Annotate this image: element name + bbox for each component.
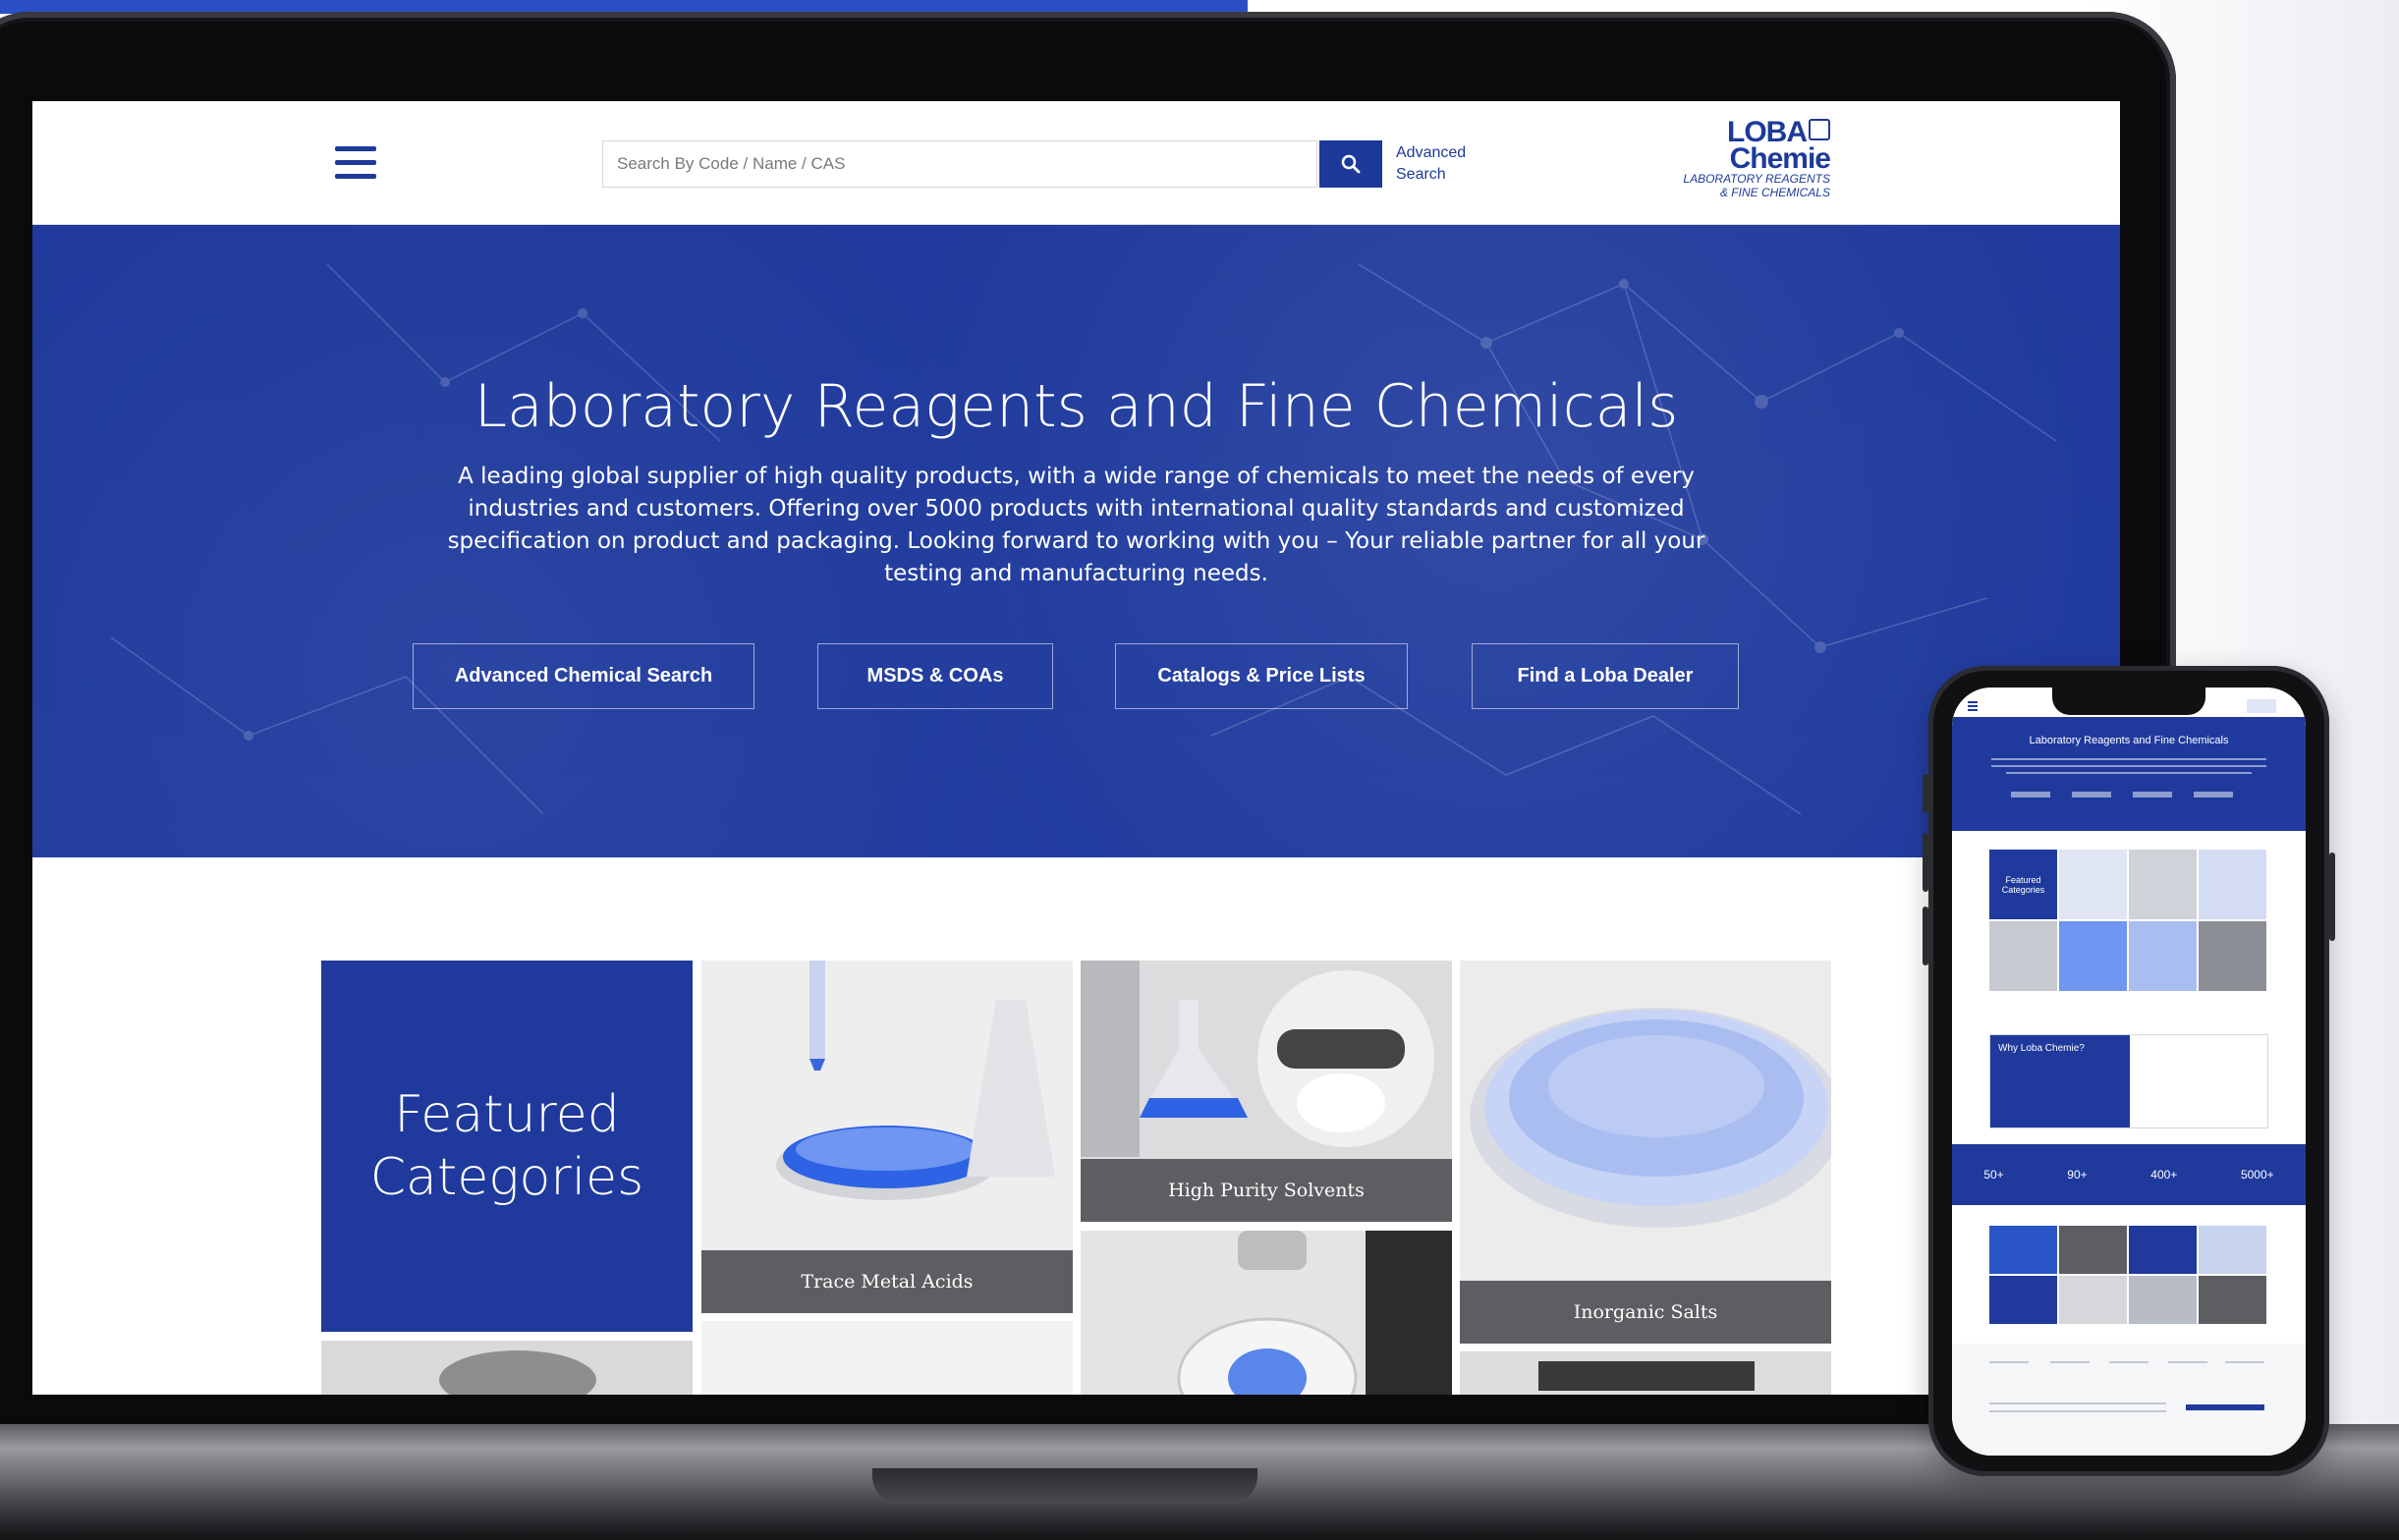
phone-footer-line [2168, 1361, 2207, 1363]
category-tile-partial[interactable] [701, 1321, 1073, 1395]
tile-image-partial-2 [1460, 1351, 1831, 1395]
phone-tile[interactable] [2059, 850, 2127, 919]
phone-hero-button[interactable] [2011, 792, 2050, 798]
phone-screen: Laboratory Reagents and Fine Chemicals F… [1952, 688, 2306, 1456]
phone-tile[interactable] [1989, 1276, 2057, 1324]
hero-title: Laboratory Reagents and Fine Chemicals [474, 372, 1679, 441]
phone-footer-line [1989, 1361, 2029, 1363]
hero-description: A leading global supplier of high qualit… [447, 464, 1705, 586]
phone-footer [1952, 1344, 2306, 1456]
phone-footer-line [2050, 1361, 2090, 1363]
phone-footer-line [1989, 1402, 2166, 1404]
category-tile-high-purity-solvents[interactable]: High Purity Solvents [1081, 961, 1452, 1222]
hero-banner: Laboratory Reagents and Fine Chemicals A… [32, 225, 2120, 857]
tile-label-trace-metal-acids: Trace Metal Acids [701, 1250, 1073, 1313]
hamburger-menu-icon[interactable] [335, 146, 376, 180]
phone-frame: Laboratory Reagents and Fine Chemicals F… [1923, 666, 2335, 1476]
powder-dish-image [1081, 1231, 1452, 1395]
phone-hero-text-line [1991, 765, 2266, 767]
phone-quick-links-grid [1989, 1226, 2268, 1324]
tile-image-partial [701, 1321, 1073, 1395]
phone-hero-text-line [1991, 758, 2266, 760]
phone-footer-subscribe[interactable] [2186, 1404, 2264, 1410]
category-tile-trace-metal-acids[interactable]: Trace Metal Acids [701, 961, 1073, 1313]
phone-hero-button[interactable] [2133, 792, 2172, 798]
phone-tile[interactable] [1989, 921, 2057, 991]
category-tile-inorganic-salts[interactable]: Inorganic Salts [1460, 961, 1831, 1344]
category-tile-partial-2[interactable] [1460, 1351, 1831, 1395]
phone-tile[interactable] [2059, 921, 2127, 991]
phone-hero-text-line [2006, 772, 2252, 774]
advanced-search-link[interactable]: Advanced Search [1396, 142, 1494, 186]
search-bar [602, 140, 1384, 188]
logo-tagline-1: LABORATORY REAGENTS [1683, 172, 1830, 186]
phone-footer-line [1989, 1410, 2166, 1412]
phone-tile[interactable] [2059, 1276, 2127, 1324]
phone-hero-title: Laboratory Reagents and Fine Chemicals [2029, 735, 2229, 746]
msds-coas-button[interactable]: MSDS & COAs [817, 643, 1053, 709]
phone-tile[interactable] [2199, 1226, 2266, 1274]
phone-featured-panel: Featured Categories [1989, 850, 2057, 919]
phone-volume-up [1923, 833, 1928, 892]
featured-title-line2: Categories [369, 1148, 644, 1207]
phone-footer-line [2225, 1361, 2264, 1363]
loba-chemie-logo[interactable]: LOBA Chemie LABORATORY REAGENTS & FINE C… [1663, 118, 1831, 203]
advanced-search-line2: Search [1396, 166, 1446, 183]
phone-stat: 5000+ [2240, 1168, 2274, 1182]
search-button[interactable] [1319, 140, 1382, 188]
phone-stat: 400+ [2150, 1168, 2178, 1182]
catalogs-price-lists-button[interactable]: Catalogs & Price Lists [1115, 643, 1408, 709]
category-tile-partial-3[interactable] [321, 1341, 693, 1395]
phone-featured-line1: Featured [2005, 874, 2041, 885]
phone-tile[interactable] [2129, 850, 2197, 919]
logo-mark-icon [1809, 119, 1830, 140]
tile-label-high-purity-solvents: High Purity Solvents [1081, 1159, 1452, 1222]
phone-tile[interactable] [2129, 1276, 2197, 1324]
phone-featured-grid: Featured Categories [1989, 850, 2268, 997]
phone-hero-button[interactable] [2194, 792, 2233, 798]
search-icon [1341, 154, 1361, 174]
phone-stats-band: 50+ 90+ 400+ 5000+ [1952, 1144, 2306, 1205]
featured-categories-panel: Featured Categories [321, 961, 693, 1332]
phone-why-title: Why Loba Chemie? [1998, 1043, 2085, 1054]
phone-notch [2052, 688, 2205, 715]
tile-label-inorganic-salts: Inorganic Salts [1460, 1281, 1831, 1344]
advanced-chemical-search-button[interactable]: Advanced Chemical Search [413, 643, 754, 709]
phone-why-panel: Why Loba Chemie? [1990, 1035, 2130, 1128]
logo-tagline-2: & FINE CHEMICALS [1719, 186, 1830, 199]
phone-featured-line2: Categories [2001, 884, 2045, 895]
phone-tile[interactable] [2059, 1226, 2127, 1274]
phone-side-button [1923, 774, 1928, 813]
phone-tile[interactable] [1989, 1226, 2057, 1274]
site-header: Advanced Search LOBA Chemie LABORATORY R… [32, 101, 2120, 225]
phone-tile[interactable] [2199, 850, 2266, 919]
phone-tile[interactable] [2199, 921, 2266, 991]
featured-title-line1: Featured [394, 1085, 620, 1144]
find-loba-dealer-button[interactable]: Find a Loba Dealer [1472, 643, 1739, 709]
laptop-opening-notch [872, 1468, 1257, 1504]
phone-volume-down [1923, 907, 1928, 965]
phone-stat: 90+ [2067, 1168, 2088, 1182]
phone-why-section: Why Loba Chemie? [1989, 1034, 2268, 1128]
category-tile-powder-dish[interactable] [1081, 1231, 1452, 1395]
phone-hero-button[interactable] [2072, 792, 2111, 798]
phone-stat: 50+ [1983, 1168, 2004, 1182]
laptop-screen: Advanced Search LOBA Chemie LABORATORY R… [32, 101, 2120, 1395]
phone-tile[interactable] [2129, 921, 2197, 991]
tile-image-partial-3 [321, 1341, 693, 1395]
phone-tile[interactable] [2199, 1276, 2266, 1324]
phone-footer-line [2109, 1361, 2148, 1363]
search-input[interactable] [602, 140, 1317, 188]
phone-tile[interactable] [2129, 1226, 2197, 1274]
logo-text-chemie: Chemie [1729, 142, 1831, 175]
advanced-search-line1: Advanced [1396, 144, 1467, 161]
phone-power-button [2329, 852, 2335, 941]
